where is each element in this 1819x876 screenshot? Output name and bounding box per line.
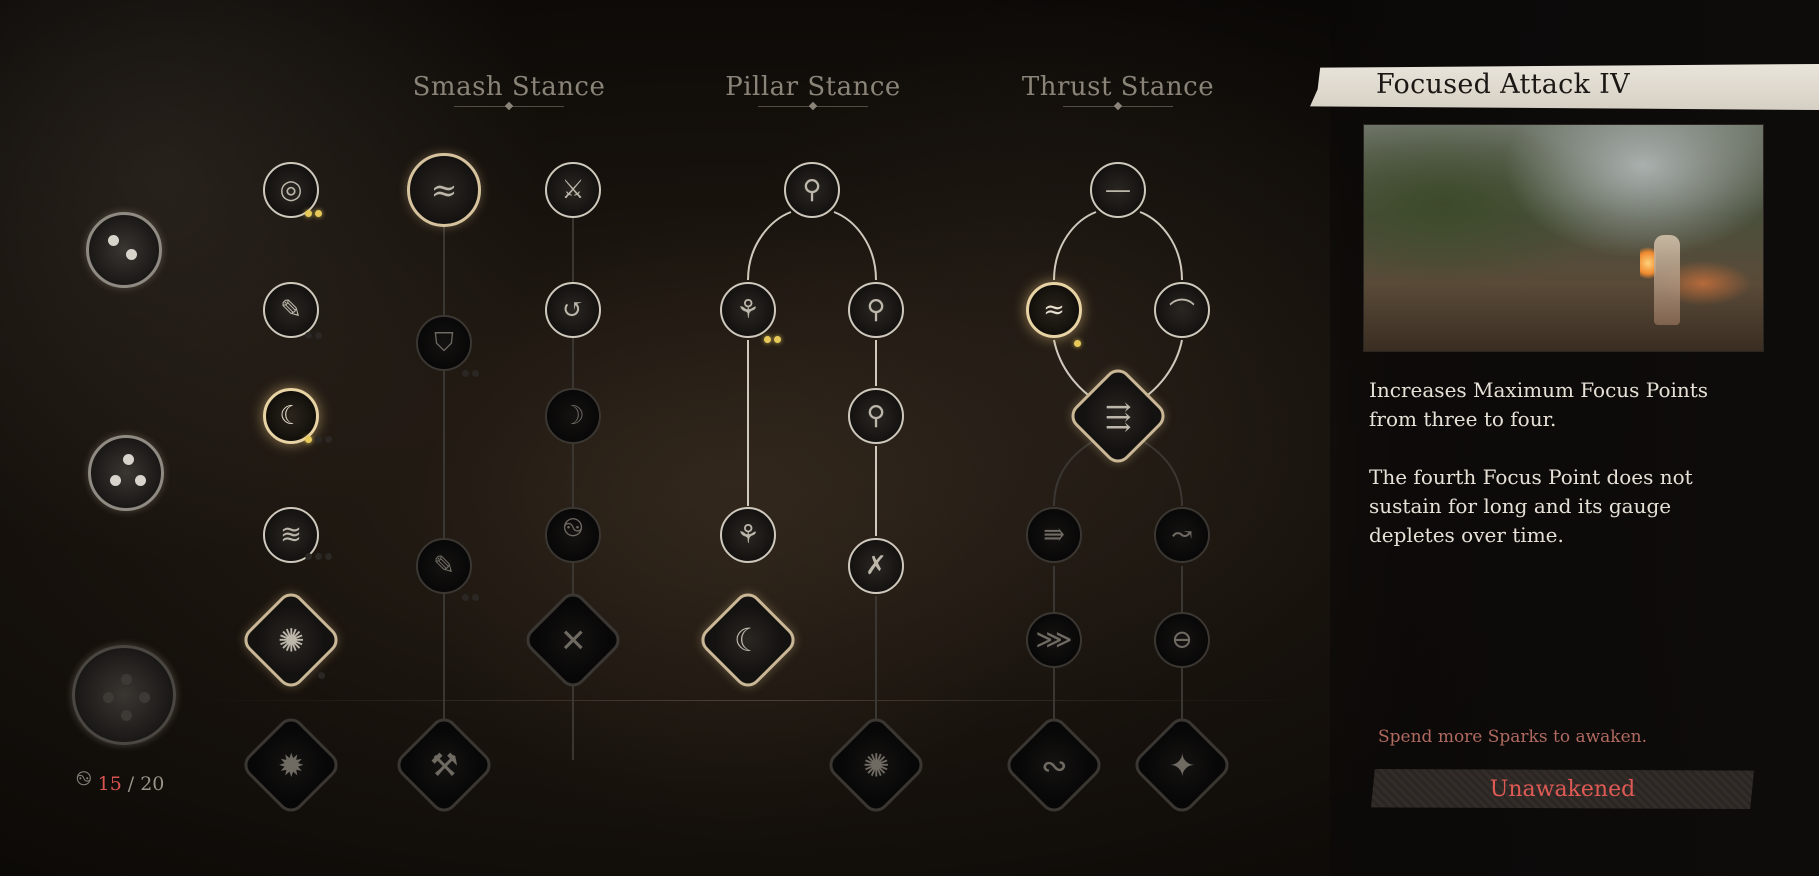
focus-point-orb-4 bbox=[72, 645, 176, 745]
pillar-ring-icon: ⚲ bbox=[866, 295, 886, 325]
guard-break-icon: ⛉ bbox=[434, 327, 454, 358]
thrust-arc-icon: ⌒ bbox=[1168, 297, 1195, 328]
pillar-root-icon: ⚘ bbox=[736, 295, 760, 325]
wind-strike-icon: ≈ bbox=[430, 171, 458, 209]
pillar-leaf-icon: ⚘ bbox=[736, 520, 760, 550]
thrust-eye-icon: ⊖ bbox=[1171, 625, 1193, 655]
skill-node-smash-a2[interactable]: ⛉ bbox=[416, 315, 472, 371]
thrust-star-icon: ✦ bbox=[1168, 746, 1196, 784]
cost-dots-core-4 bbox=[305, 553, 332, 560]
staff-swing-icon: ✎ bbox=[280, 295, 302, 325]
skill-node-pillar-l2[interactable]: ⚘ bbox=[720, 507, 776, 563]
focus-point-orb-3 bbox=[88, 435, 164, 511]
skill-description-2: The fourth Focus Point does not sustain … bbox=[1369, 465, 1693, 547]
sparks-counter: ࿊ 15 / 20 bbox=[76, 756, 164, 812]
cost-dots-pillar-l1 bbox=[764, 336, 781, 343]
skill-node-smash-a3[interactable]: ✎ bbox=[416, 538, 472, 594]
unawakened-button-label: Unawakened bbox=[1489, 776, 1636, 802]
staff-plant-icon: ⚔ bbox=[561, 175, 585, 205]
focus-pip-icon bbox=[103, 692, 114, 703]
cost-dots-smash-a3 bbox=[462, 594, 479, 601]
skill-node-smash-b3[interactable]: ☽ bbox=[545, 388, 601, 444]
cost-dots-core-3 bbox=[305, 436, 332, 443]
skill-node-smash-b4[interactable]: ࿊ bbox=[545, 507, 601, 563]
focus-point-orb-2 bbox=[86, 212, 162, 288]
focus-pip-icon bbox=[110, 475, 121, 486]
pillar-burst-icon: ✺ bbox=[862, 746, 890, 784]
skill-node-thrust-r2[interactable]: ↝ bbox=[1154, 507, 1210, 563]
whirl-slash-icon: ≋ bbox=[280, 520, 302, 550]
skill-node-thrust-l1[interactable]: ≈ bbox=[1026, 282, 1082, 338]
staff-charge-icon: ✎ bbox=[433, 551, 455, 581]
thrust-line-icon: — bbox=[1105, 175, 1131, 205]
focus-pip-icon bbox=[126, 249, 137, 260]
cost-dots-core-5 bbox=[318, 672, 325, 679]
skill-node-thrust-l3[interactable]: ⋙ bbox=[1026, 612, 1082, 668]
thrust-whip-icon: ↝ bbox=[1171, 520, 1193, 550]
skill-node-thrust-l2[interactable]: ⇛ bbox=[1026, 507, 1082, 563]
pillar-sweep-icon: ☾ bbox=[733, 621, 763, 659]
thrust-rush-icon: ⇶ bbox=[1104, 397, 1132, 435]
unawakened-button[interactable]: Unawakened bbox=[1371, 769, 1754, 809]
thrust-dash-icon: ⇛ bbox=[1043, 520, 1065, 550]
swirl-guard-icon: ↺ bbox=[562, 295, 584, 325]
pillar-spin-icon: ⚲ bbox=[866, 401, 886, 431]
sparks-separator: / bbox=[127, 773, 135, 795]
pillar-rise-icon: ⚲ bbox=[802, 175, 822, 205]
skill-node-core-2[interactable]: ✎ bbox=[263, 282, 319, 338]
awaken-hint: Spend more Sparks to awaken. bbox=[1378, 727, 1647, 747]
cost-dots-thrust-l1 bbox=[1074, 340, 1081, 347]
crescent-moon-icon: ☽ bbox=[561, 401, 585, 431]
thrust-wave-icon: ∾ bbox=[1040, 746, 1068, 784]
focus-pip-icon bbox=[121, 710, 132, 721]
cost-dots-smash-a2 bbox=[462, 370, 479, 377]
spiral-spark-icon: ࿊ bbox=[76, 766, 92, 790]
focus-pip-icon bbox=[121, 674, 132, 685]
focus-pip-icon bbox=[135, 475, 146, 486]
focus-pip-icon bbox=[108, 235, 119, 246]
skill-node-pillar-r3[interactable]: ✗ bbox=[848, 538, 904, 594]
skill-node-pillar-1[interactable]: ⚲ bbox=[784, 162, 840, 218]
smash-finisher-icon: ⚒ bbox=[429, 746, 459, 784]
cost-dots-core-2 bbox=[305, 332, 322, 339]
skill-node-thrust-r3[interactable]: ⊖ bbox=[1154, 612, 1210, 668]
whirlwind-icon: ࿊ bbox=[562, 512, 584, 543]
pillar-cross-icon: ✗ bbox=[865, 551, 887, 581]
skill-node-smash-b2[interactable]: ↺ bbox=[545, 282, 601, 338]
skill-node-smash-b1[interactable]: ⚔ bbox=[545, 162, 601, 218]
spin-staff-icon: ✺ bbox=[277, 621, 305, 659]
crescent-strike-icon: ☾ bbox=[279, 401, 303, 431]
focus-orb-icon: ◎ bbox=[279, 175, 303, 205]
skill-node-thrust-r1[interactable]: ⌒ bbox=[1154, 282, 1210, 338]
sparks-current: 15 bbox=[97, 773, 122, 795]
character-figure bbox=[1654, 235, 1680, 325]
focus-pip-icon bbox=[139, 692, 150, 703]
cost-dots-core-1 bbox=[305, 210, 322, 217]
skill-node-thrust-1[interactable]: — bbox=[1090, 162, 1146, 218]
thrust-wind-icon: ≈ bbox=[1043, 295, 1065, 325]
focus-pip-icon bbox=[123, 454, 134, 465]
skill-node-pillar-r2[interactable]: ⚲ bbox=[848, 388, 904, 444]
skill-preview-image bbox=[1363, 124, 1764, 352]
skill-node-pillar-r1[interactable]: ⚲ bbox=[848, 282, 904, 338]
crossed-staff-icon: ✕ bbox=[559, 621, 587, 659]
skill-description-1: Increases Maximum Focus Points from thre… bbox=[1369, 378, 1709, 431]
heavy-spin-icon: ✹ bbox=[277, 746, 305, 784]
thrust-feather-icon: ⋙ bbox=[1035, 625, 1073, 655]
sparks-max: 20 bbox=[140, 773, 165, 795]
skill-node-pillar-l1[interactable]: ⚘ bbox=[720, 282, 776, 338]
skill-title: Focused Attack IV bbox=[1376, 69, 1630, 100]
skill-node-smash-a1[interactable]: ≈ bbox=[407, 153, 481, 227]
